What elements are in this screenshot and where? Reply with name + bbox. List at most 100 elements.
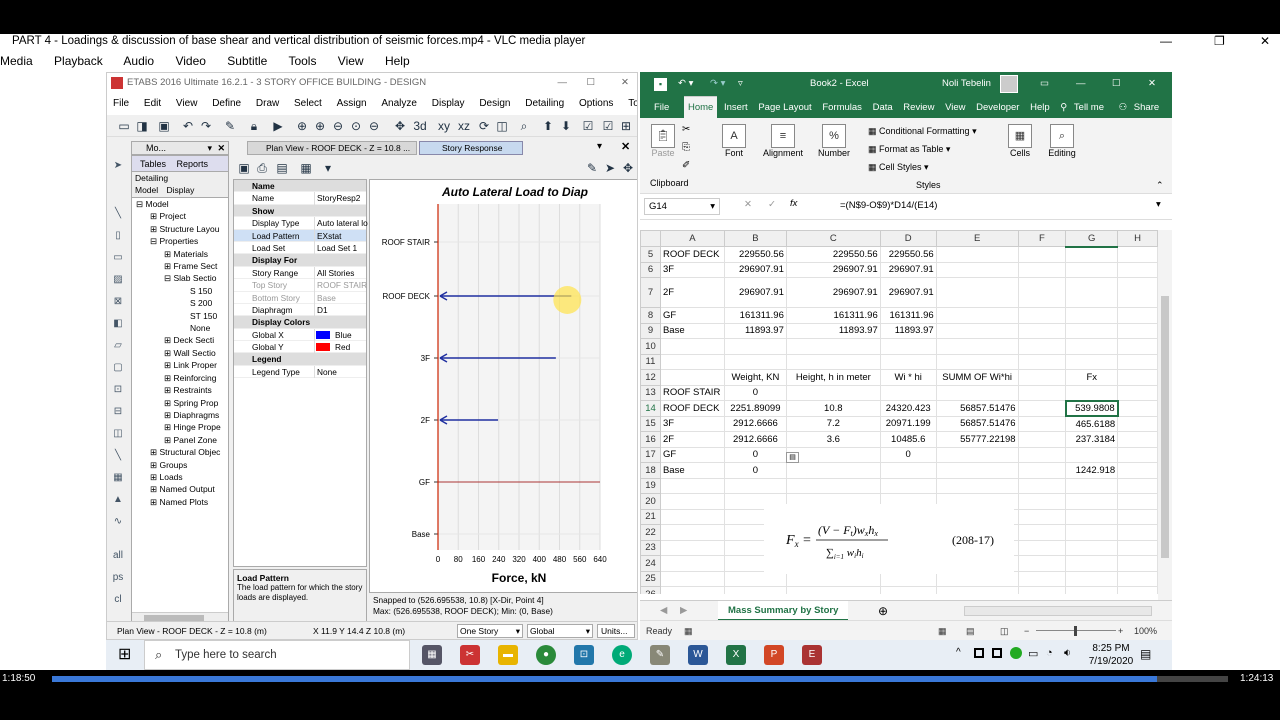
cell[interactable]: 539.9808 [1064,399,1119,417]
cell[interactable] [659,508,725,525]
draw-area-icon[interactable]: ⊠ [111,295,125,309]
tray-device-icon[interactable]: ▭ [1028,647,1038,660]
cell[interactable]: 161311.96 [785,307,881,324]
tab-view[interactable]: View [941,97,969,119]
tree-item[interactable]: S 200 [132,297,228,309]
pen-icon[interactable]: ✎ [650,645,670,665]
cell[interactable] [1065,322,1119,339]
format-as-table-button[interactable]: ▦ Format as Table ▾ [868,144,950,155]
cell[interactable] [1117,307,1158,324]
cell[interactable] [1065,261,1119,278]
maximize-icon[interactable]: ❐ [1214,34,1225,48]
cell[interactable]: 296907.91 [723,277,787,308]
cell[interactable] [785,462,881,479]
close-icon[interactable]: ✕ [1260,34,1270,48]
tree-item[interactable]: ⊞ Structure Layou [132,223,228,235]
undo-icon[interactable]: ↶ ▾ [678,72,693,96]
tab-detailing[interactable]: Detailing [135,172,228,184]
tree-item[interactable]: None [132,322,228,334]
draw-column-icon[interactable]: ▯ [111,229,125,243]
cell[interactable] [1117,462,1158,479]
col-header[interactable]: A [659,230,725,247]
name-box[interactable]: G14 ▾ [644,198,720,215]
cell[interactable] [785,384,881,401]
cell[interactable]: 3F [659,261,725,278]
cell[interactable] [1017,539,1067,556]
cell[interactable] [1117,353,1158,370]
excel-maximize-icon[interactable]: ☐ [1112,72,1121,96]
row-header[interactable]: 20 [640,493,661,510]
cell[interactable] [935,277,1019,308]
cell[interactable] [659,555,725,572]
vlc-menu-tools[interactable]: Tools [288,54,316,68]
page-layout-icon[interactable]: ▤ [966,621,975,640]
cell[interactable] [1117,477,1158,494]
calculator-icon[interactable]: ▦ [422,645,442,665]
tree-item[interactable]: ST 150 [132,310,228,322]
prev-sheet-icon[interactable]: ◀ [660,601,667,621]
cell[interactable] [1065,446,1119,463]
etabs-menu-define[interactable]: Define [212,98,241,109]
cell[interactable] [1065,246,1119,263]
cell[interactable] [1117,415,1158,432]
cell[interactable] [1017,307,1067,324]
cell[interactable]: Height, h in meter [785,369,881,386]
tray-check-icon[interactable] [1010,647,1022,659]
cell[interactable] [1117,493,1158,510]
vlc-menu-help[interactable]: Help [385,54,410,68]
cell[interactable]: 465.6188 [1065,415,1119,432]
draw-point-icon[interactable]: ◫ [111,427,125,441]
cell[interactable] [935,307,1019,324]
row-header[interactable]: 26 [640,586,661,594]
row-header[interactable]: 10 [640,338,661,355]
prop-global-x[interactable]: Global X Blue [234,328,366,342]
tab-reports[interactable]: Reports [177,159,209,169]
cell[interactable] [1117,400,1158,417]
cell[interactable] [1117,384,1158,401]
pan-chart-icon[interactable]: ✥ [621,161,635,175]
cell[interactable]: 20971.199 [879,415,937,432]
draw-wall-icon[interactable]: ◧ [111,317,125,331]
cell[interactable] [1065,353,1119,370]
cell[interactable] [879,353,937,370]
etabs-menu-design[interactable]: Design [479,98,510,109]
normal-view-icon[interactable]: ▦ [938,621,947,640]
cell[interactable] [1117,369,1158,386]
select-all-corner[interactable] [640,230,661,247]
row-header[interactable]: 15 [640,415,661,432]
vscroll-thumb[interactable] [1161,296,1169,558]
horizontal-scrollbar[interactable] [964,606,1152,616]
tree-item[interactable]: ⊞ Named Plots [132,496,228,508]
volume-icon[interactable]: 🔉︎ [1064,647,1071,660]
cell[interactable] [879,384,937,401]
etabs-menu-display[interactable]: Display [432,98,465,109]
select-arrow-icon[interactable]: ➤ [603,161,617,175]
cell[interactable] [785,353,881,370]
cell[interactable] [935,246,1019,263]
cell[interactable] [1017,586,1067,594]
cell[interactable] [935,384,1019,401]
cell[interactable]: 161311.96 [879,307,937,324]
tree-item[interactable]: ⊞ Materials [132,248,228,260]
cell[interactable] [1065,508,1119,525]
etabs-menu-edit[interactable]: Edit [144,98,161,109]
row-header[interactable]: 25 [640,570,661,587]
cell[interactable]: 0 [723,384,787,401]
row-header[interactable]: 21 [640,508,661,525]
cell[interactable]: 161311.96 [723,307,787,324]
cell[interactable] [1017,462,1067,479]
word-icon[interactable]: W [688,645,708,665]
etabs-menu-tools[interactable]: Tools [628,98,637,109]
zoom-in-icon[interactable]: ⊕ [313,119,327,133]
cell[interactable] [1017,570,1067,587]
cell[interactable]: Fx [1065,369,1119,386]
zoom-slider-thumb[interactable] [1074,626,1077,636]
previous-selection-icon[interactable]: ps [111,571,125,585]
cell[interactable] [1017,277,1067,308]
zoom-in-icon[interactable]: + [1118,621,1123,640]
excel-icon[interactable]: X [726,645,746,665]
cell[interactable] [1117,277,1158,308]
cell[interactable]: ROOF DECK [659,400,725,417]
col-header[interactable]: G [1065,230,1119,248]
cell[interactable] [1117,338,1158,355]
